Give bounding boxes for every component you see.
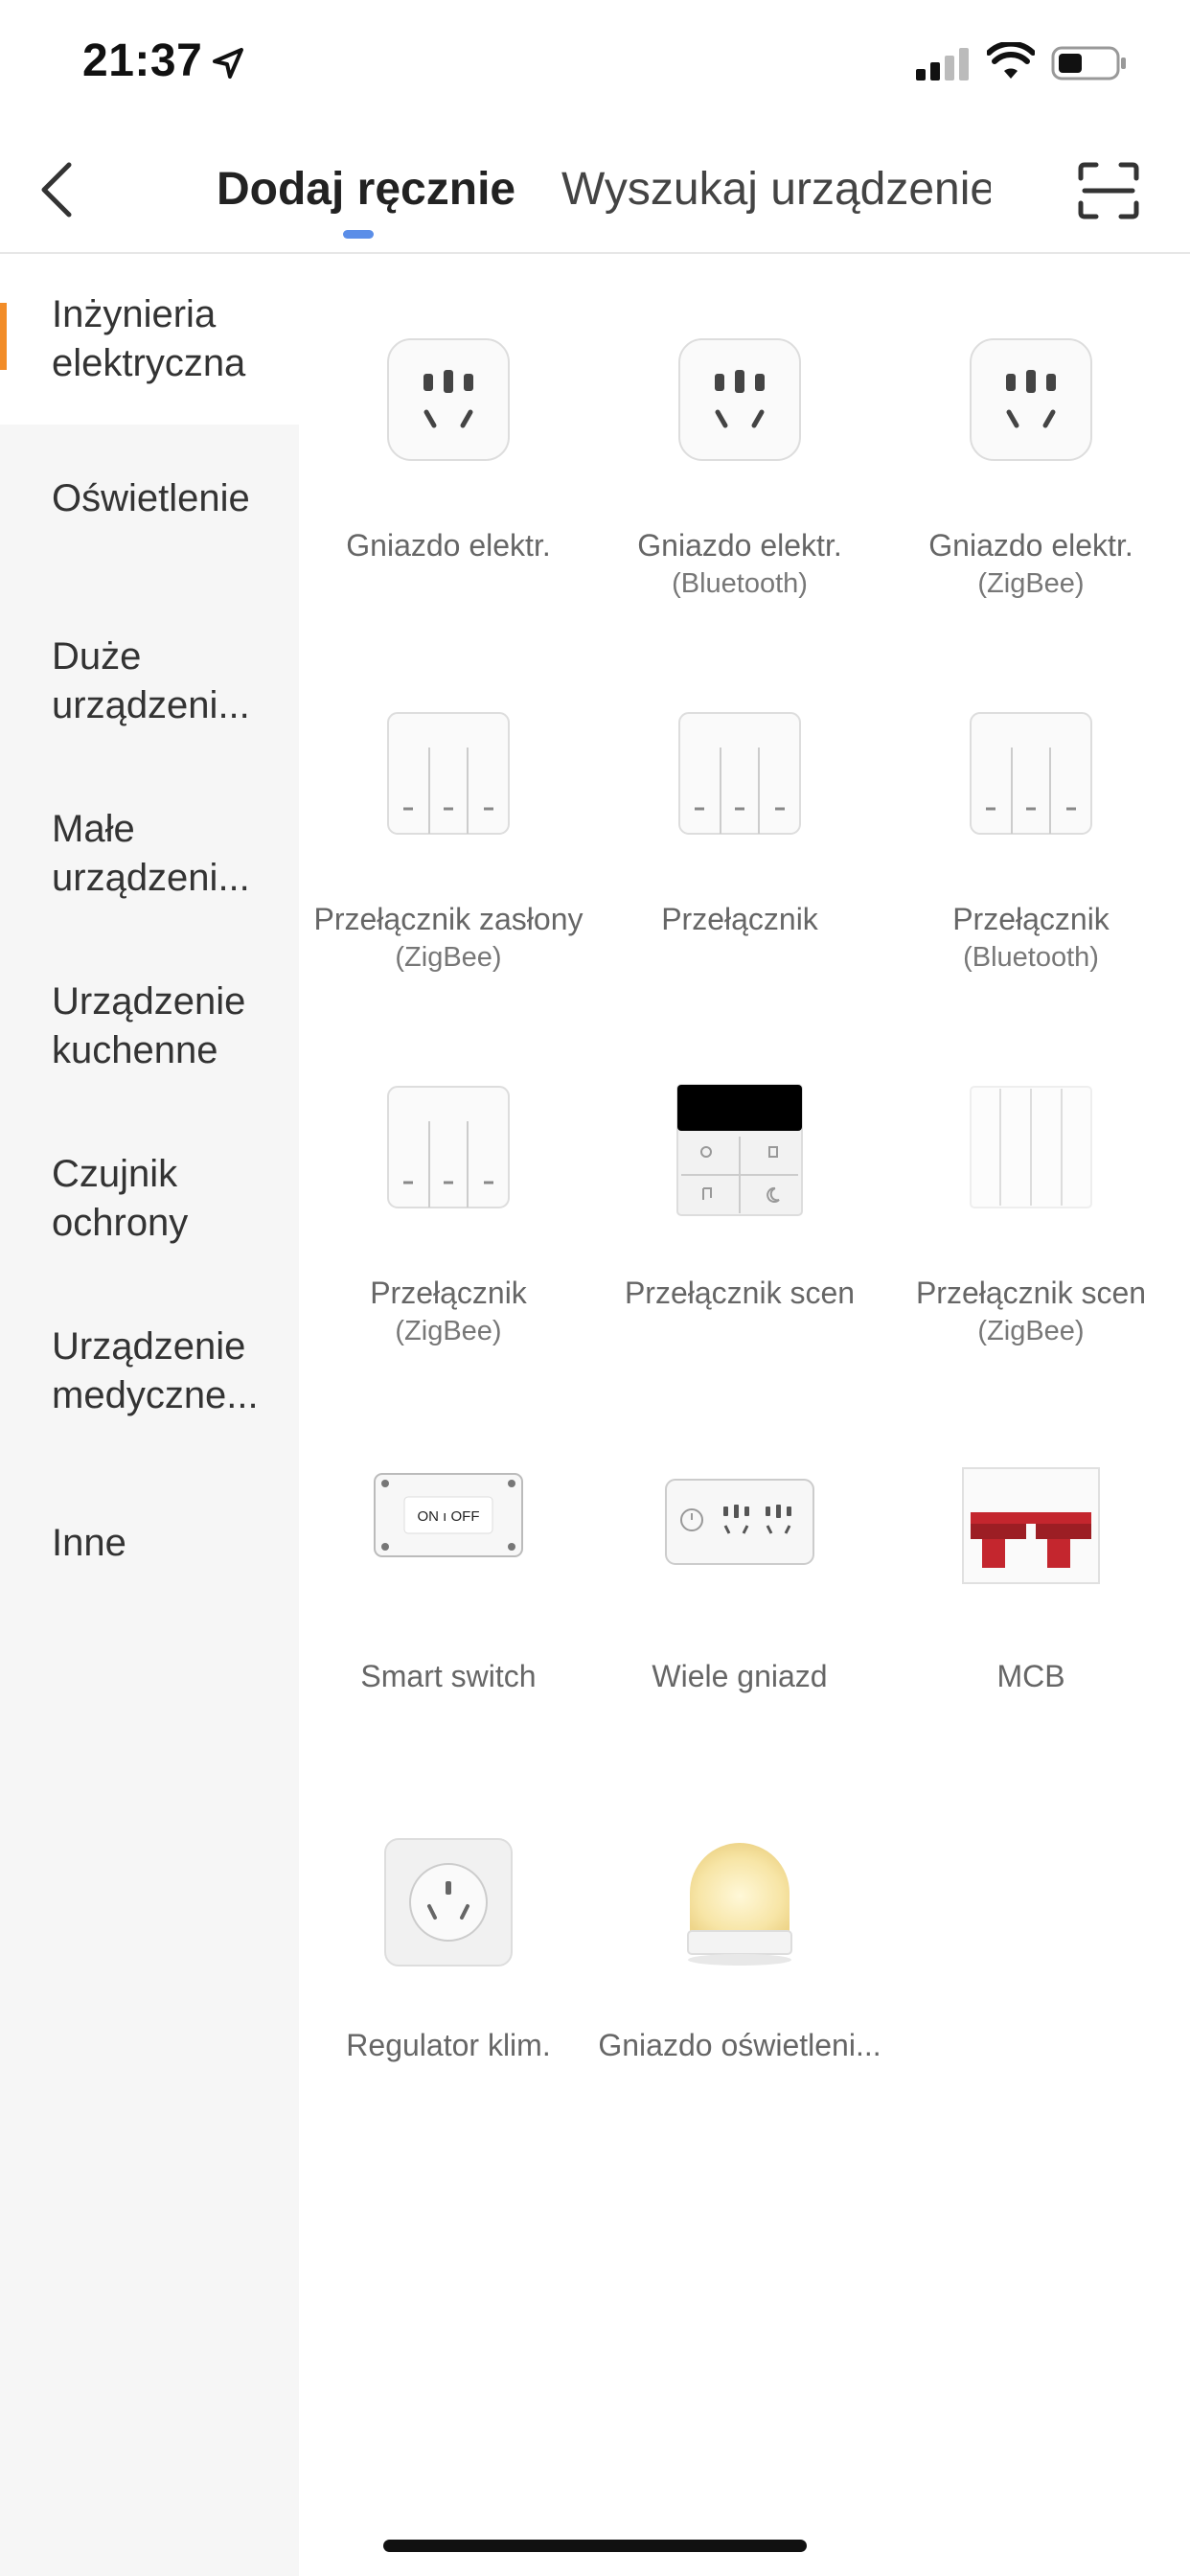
device-tile[interactable]: Gniazdo oświetleni... — [593, 1835, 886, 2123]
device-tile[interactable]: Gniazdo elektr. (ZigBee) — [884, 335, 1178, 623]
device-label: Wiele gniazd — [593, 1658, 886, 1695]
device-name: Przełącznik — [661, 902, 818, 936]
device-tile[interactable]: Gniazdo elektr. (Bluetooth) — [593, 335, 886, 623]
device-label: Przełącznik (ZigBee) — [302, 1275, 595, 1350]
sidebar-item-large-appliances[interactable]: Duże urządzeni... — [0, 632, 299, 738]
device-label: MCB — [884, 1658, 1178, 1695]
sidebar-item-medical-device[interactable]: Urządzenie medyczne... — [0, 1322, 299, 1428]
power-strip-icon — [665, 1479, 814, 1565]
device-tile[interactable]: ON ı OFF Smart switch — [302, 1466, 595, 1754]
socket-icon — [678, 338, 801, 461]
tab-search-device[interactable]: Wyszukaj urządzenie — [561, 163, 991, 216]
socket-icon — [387, 338, 510, 461]
location-arrow-icon — [213, 48, 243, 79]
device-label: Gniazdo elektr. (ZigBee) — [884, 527, 1178, 603]
device-name: Przełącznik — [952, 902, 1110, 936]
ac-regulator-icon — [384, 1838, 513, 1966]
device-label: Gniazdo oświetleni... — [593, 2027, 886, 2064]
device-name: Gniazdo elektr. — [928, 528, 1133, 563]
device-name: Smart switch — [360, 1659, 537, 1693]
device-protocol: (ZigBee) — [395, 1316, 502, 1346]
smart-switch-icon: ON ı OFF — [374, 1473, 523, 1557]
scan-qr-icon[interactable] — [1077, 161, 1140, 220]
smart-switch-text: ON ı OFF — [418, 1508, 480, 1525]
device-tile[interactable]: MCB — [884, 1466, 1178, 1754]
device-tile[interactable]: Przełącznik (ZigBee) — [302, 1083, 595, 1370]
device-label: Przełącznik — [593, 901, 886, 938]
device-name: Przełącznik — [370, 1276, 527, 1310]
mcb-breaker-icon — [962, 1467, 1100, 1584]
device-protocol: (ZigBee) — [395, 942, 502, 973]
home-indicator[interactable] — [383, 2540, 807, 2552]
device-name: Gniazdo elektr. — [637, 528, 842, 563]
sidebar-item-label: Małe urządzeni... — [52, 808, 250, 899]
device-tile[interactable]: Przełącznik scen (ZigBee) — [884, 1083, 1178, 1370]
device-tile[interactable]: Przełącznik scen — [593, 1083, 886, 1370]
status-time: 21:37 — [82, 35, 203, 86]
light-socket-icon — [687, 1843, 792, 1966]
device-protocol: (ZigBee) — [977, 568, 1085, 599]
cellular-signal-icon — [916, 48, 969, 80]
device-name: Wiele gniazd — [652, 1659, 828, 1693]
active-category-marker — [0, 303, 7, 370]
device-tile[interactable]: Wiele gniazd — [593, 1466, 886, 1754]
wifi-icon — [987, 42, 1035, 79]
sidebar-item-label: Oświetlenie — [52, 477, 250, 519]
sidebar-item-label: Duże urządzeni... — [52, 635, 250, 726]
device-label: Przełącznik zasłony (ZigBee) — [302, 901, 595, 977]
device-label: Regulator klim. — [302, 2027, 595, 2064]
device-tile[interactable]: Gniazdo elektr. — [302, 335, 595, 623]
category-sidebar: Inżynieria elektryczna Oświetlenie Duże … — [0, 254, 299, 2576]
device-label: Przełącznik scen (ZigBee) — [884, 1275, 1178, 1350]
sidebar-item-label: Inżynieria elektryczna — [52, 293, 246, 384]
sidebar-item-label: Inne — [52, 1522, 126, 1564]
device-name: Przełącznik scen — [624, 1276, 856, 1310]
sidebar-item-electrical-engineering[interactable]: Inżynieria elektryczna — [0, 254, 299, 425]
tab-add-manually[interactable]: Dodaj ręcznie — [217, 163, 515, 216]
sidebar-item-lighting[interactable]: Oświetlenie — [0, 474, 299, 570]
device-label: Przełącznik (Bluetooth) — [884, 901, 1178, 977]
socket-icon — [970, 338, 1092, 461]
device-label: Smart switch — [302, 1658, 595, 1695]
device-protocol: (Bluetooth) — [963, 942, 1099, 973]
device-name: Regulator klim. — [346, 2028, 551, 2062]
device-name: MCB — [996, 1659, 1065, 1693]
device-name: Gniazdo elektr. — [346, 528, 551, 563]
nav-header: Dodaj ręcznie Wyszukaj urządzenie — [0, 125, 1190, 254]
device-tile[interactable]: Przełącznik zasłony (ZigBee) — [302, 709, 595, 997]
wall-switch-icon — [387, 712, 510, 835]
sidebar-item-label: Czujnik ochrony — [52, 1153, 189, 1244]
device-name: Przełącznik zasłony — [313, 902, 584, 936]
wall-switch-icon — [387, 1086, 510, 1208]
sidebar-item-other[interactable]: Inne — [0, 1519, 299, 1596]
device-name: Przełącznik scen — [915, 1276, 1147, 1310]
device-tile[interactable]: Przełącznik (Bluetooth) — [884, 709, 1178, 997]
sidebar-item-security-sensor[interactable]: Czujnik ochrony — [0, 1150, 299, 1255]
sidebar-item-kitchen-appliance[interactable]: Urządzenie kuchenne — [0, 978, 299, 1083]
battery-icon — [1051, 46, 1126, 80]
device-label: Gniazdo elektr. — [302, 527, 595, 564]
device-name: Gniazdo oświetleni... — [598, 2028, 881, 2062]
wall-switch-icon — [678, 712, 801, 835]
device-label: Gniazdo elektr. (Bluetooth) — [593, 527, 886, 603]
back-icon[interactable] — [34, 159, 82, 220]
device-tile[interactable]: Przełącznik — [593, 709, 886, 997]
sidebar-item-small-appliances[interactable]: Małe urządzeni... — [0, 805, 299, 910]
scene-switch-icon — [676, 1084, 803, 1216]
wall-switch-icon — [970, 712, 1092, 835]
device-tile[interactable]: Regulator klim. — [302, 1835, 595, 2123]
device-label: Przełącznik scen — [593, 1275, 886, 1312]
status-bar: 21:37 — [0, 0, 1190, 125]
sidebar-item-label: Urządzenie medyczne... — [52, 1325, 259, 1416]
sidebar-item-label: Urządzenie kuchenne — [52, 980, 246, 1071]
active-tab-indicator — [343, 230, 374, 239]
device-protocol: (Bluetooth) — [672, 568, 808, 599]
scene-panel-icon — [970, 1086, 1092, 1208]
device-protocol: (ZigBee) — [977, 1316, 1085, 1346]
